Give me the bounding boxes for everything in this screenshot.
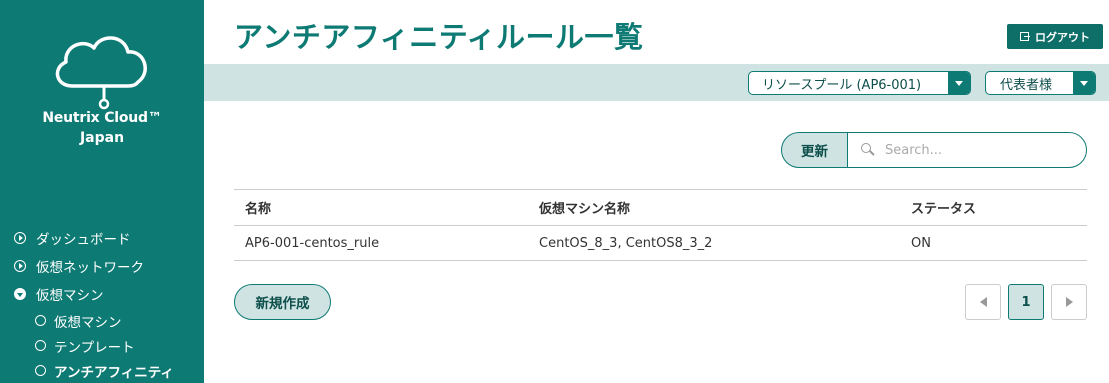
cell-status: ON [911,235,931,251]
search-input[interactable] [885,142,1065,158]
resource-pool-select[interactable]: リソースプール (AP6-001) [748,71,971,95]
sidebar-subitem-label: テンプレート [54,339,135,356]
cell-name: AP6-001-centos_rule [245,235,380,251]
pagination-next-button[interactable] [1051,284,1087,320]
sidebar-item-virtual-network[interactable]: 仮想ネットワーク [14,252,204,280]
sidebar-item-label: 仮想ネットワーク [36,260,144,276]
triangle-left-icon [979,297,987,307]
role-value: 代表者様 [1000,77,1053,93]
anti-affinity-table: 名称 仮想マシン名称 ステータス AP6-001-centos_rule Cen… [234,189,1087,261]
sidebar-nav: ダッシュボード 仮想ネットワーク 仮想マシン 仮想マシン テンプレート アンチア… [14,224,204,383]
logout-label: ログアウト [1035,30,1090,44]
sidebar: Neutrix Cloud™ Japan ダッシュボード 仮想ネットワーク 仮想… [0,0,204,383]
sidebar-subitem-virtual-machine[interactable]: 仮想マシン [14,308,204,333]
logo [0,28,204,110]
filter-bar [204,64,1109,101]
sidebar-subitem-label: 仮想マシン [54,314,122,331]
sidebar-subitem-template[interactable]: テンプレート [14,333,204,358]
column-header-status[interactable]: ステータス [911,198,1087,217]
table-header-row: 名称 仮想マシン名称 ステータス [234,189,1087,225]
column-header-name[interactable]: 名称 [234,198,539,217]
chevron-down-circle-icon [14,288,26,300]
cell-vm-names: CentOS_8_3, CentOS8_3_2 [539,235,713,251]
chevron-down-icon [1073,72,1095,94]
circle-icon [35,365,46,376]
chevron-right-circle-icon [14,260,26,272]
page-title: アンチアフィニティルール一覧 [234,20,644,54]
refresh-button[interactable]: 更新 [781,132,848,168]
cloud-logo-icon [55,36,147,110]
sidebar-item-virtual-machine[interactable]: 仮想マシン [14,280,204,308]
circle-icon [35,315,46,326]
create-button[interactable]: 新規作成 [234,284,331,320]
table-row[interactable]: AP6-001-centos_rule CentOS_8_3, CentOS8_… [234,225,1087,261]
search-icon [861,143,875,157]
sidebar-subitem-anti-affinity[interactable]: アンチアフィニティ [14,358,204,383]
sidebar-item-label: ダッシュボード [36,232,131,248]
sidebar-subitem-label: アンチアフィニティ [54,364,174,381]
role-select[interactable]: 代表者様 [985,71,1096,95]
chevron-down-icon [948,72,970,94]
brand-name: Neutrix Cloud™ [42,110,162,126]
logout-button[interactable]: ログアウト [1007,24,1103,49]
search-box [847,132,1087,168]
column-header-vm-names[interactable]: 仮想マシン名称 [539,198,911,217]
sidebar-item-label: 仮想マシン [36,288,104,304]
pagination-current-page[interactable]: 1 [1008,284,1044,320]
triangle-right-icon [1065,297,1073,307]
logout-icon [1020,32,1030,41]
pagination-prev-button[interactable] [965,284,1001,320]
resource-pool-value: リソースプール (AP6-001) [762,77,922,93]
chevron-right-circle-icon [14,232,26,244]
brand-region: Japan [79,130,125,146]
sidebar-item-dashboard[interactable]: ダッシュボード [14,224,204,252]
circle-icon [35,340,46,351]
